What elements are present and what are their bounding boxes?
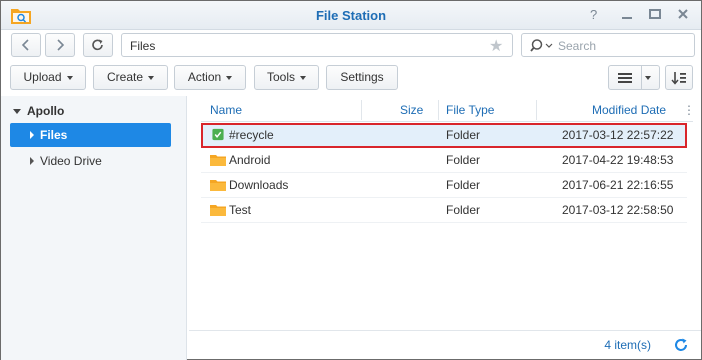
chevron-down-icon bbox=[300, 75, 306, 80]
forward-button[interactable] bbox=[45, 33, 75, 57]
file-name: #recycle bbox=[229, 128, 274, 142]
create-label: Create bbox=[106, 70, 144, 84]
file-modified: 2017-06-21 22:16:55 bbox=[562, 178, 674, 192]
path-text: Files bbox=[130, 39, 156, 53]
upload-button[interactable]: Upload bbox=[10, 65, 86, 90]
column-menu-icon[interactable]: ⋮ bbox=[683, 103, 695, 117]
refresh-button[interactable] bbox=[83, 33, 113, 57]
file-name: Android bbox=[229, 153, 271, 167]
chevron-down-icon bbox=[226, 75, 233, 80]
file-row-downloads[interactable]: Downloads Folder 2017-06-21 22:16:55 bbox=[201, 173, 687, 198]
file-row-test[interactable]: Test Folder 2017-03-12 22:58:50 bbox=[201, 198, 687, 223]
chevron-left-icon bbox=[21, 39, 29, 51]
column-modified-date[interactable]: Modified Date bbox=[592, 103, 666, 117]
refresh-icon[interactable] bbox=[673, 337, 689, 353]
file-modified: 2017-03-12 22:57:22 bbox=[562, 128, 674, 142]
chevron-down-icon bbox=[148, 75, 155, 80]
settings-label: Settings bbox=[340, 70, 384, 84]
divider bbox=[641, 66, 642, 89]
action-label: Action bbox=[187, 70, 222, 84]
view-mode-button[interactable] bbox=[608, 65, 660, 90]
chevron-down-icon bbox=[645, 76, 651, 80]
minimize-icon[interactable] bbox=[619, 7, 635, 23]
chevron-down-icon bbox=[66, 75, 73, 80]
sidebar-item-files[interactable]: Files bbox=[10, 123, 171, 147]
sidebar-root-apollo[interactable]: Apollo bbox=[13, 104, 64, 118]
create-button[interactable]: Create bbox=[93, 65, 168, 90]
expand-arrow-icon bbox=[30, 157, 34, 165]
search-icon bbox=[530, 39, 553, 52]
upload-label: Upload bbox=[23, 70, 62, 84]
sidebar-item-label: Files bbox=[40, 128, 68, 142]
favorite-star-icon[interactable]: ★ bbox=[489, 36, 503, 56]
file-row-recycle[interactable]: #recycle Folder 2017-03-12 22:57:22 bbox=[201, 123, 687, 148]
file-type: Folder bbox=[446, 128, 481, 142]
file-type: Folder bbox=[446, 153, 481, 167]
file-station-window: File Station ? Files ★ Search Upload Cre… bbox=[0, 0, 702, 360]
column-file-type[interactable]: File Type bbox=[446, 103, 494, 117]
action-button[interactable]: Action bbox=[174, 65, 246, 90]
file-list-header: Name Size File Type Modified Date ⋮ bbox=[201, 98, 695, 122]
item-count: 4 item(s) bbox=[604, 338, 651, 352]
file-type: Folder bbox=[446, 178, 481, 192]
tools-label: Tools bbox=[266, 70, 295, 84]
file-name: Test bbox=[229, 203, 252, 217]
maximize-icon[interactable] bbox=[647, 7, 663, 23]
file-row-android[interactable]: Android Folder 2017-04-22 19:48:53 bbox=[201, 148, 687, 173]
tools-button[interactable]: Tools bbox=[254, 65, 319, 90]
sort-button[interactable] bbox=[665, 65, 693, 90]
back-button[interactable] bbox=[11, 33, 41, 57]
close-icon[interactable] bbox=[675, 7, 691, 23]
sidebar-item-video-drive[interactable]: Video Drive bbox=[10, 149, 171, 173]
settings-button[interactable]: Settings bbox=[326, 65, 398, 90]
list-view-icon bbox=[618, 73, 632, 83]
help-icon[interactable]: ? bbox=[586, 7, 602, 23]
file-modified: 2017-04-22 19:48:53 bbox=[562, 153, 674, 167]
file-modified: 2017-03-12 22:58:50 bbox=[562, 203, 674, 217]
recycle-bin-icon bbox=[212, 128, 224, 141]
svg-text:?: ? bbox=[590, 7, 597, 21]
expand-arrow-icon bbox=[13, 109, 21, 115]
chevron-right-icon bbox=[57, 39, 65, 51]
expand-arrow-icon bbox=[30, 131, 34, 139]
file-name: Downloads bbox=[229, 178, 289, 192]
path-field[interactable]: Files bbox=[121, 33, 513, 57]
status-bar: 4 item(s) bbox=[189, 330, 701, 359]
refresh-icon bbox=[92, 39, 103, 51]
column-divider[interactable] bbox=[438, 100, 439, 120]
folder-icon bbox=[210, 180, 226, 191]
title-bar[interactable]: File Station ? bbox=[1, 1, 701, 30]
folder-icon bbox=[210, 155, 226, 166]
file-type: Folder bbox=[446, 203, 481, 217]
search-input[interactable]: Search bbox=[521, 33, 695, 57]
column-name[interactable]: Name bbox=[210, 103, 242, 117]
column-divider[interactable] bbox=[361, 100, 362, 120]
sort-icon bbox=[671, 72, 686, 85]
folder-icon bbox=[210, 205, 226, 216]
sidebar: Apollo Files Video Drive bbox=[1, 96, 187, 360]
column-divider[interactable] bbox=[536, 100, 537, 120]
sidebar-root-label: Apollo bbox=[27, 104, 65, 118]
sidebar-item-label: Video Drive bbox=[40, 154, 102, 168]
search-placeholder: Search bbox=[558, 39, 597, 53]
column-size[interactable]: Size bbox=[400, 103, 423, 117]
